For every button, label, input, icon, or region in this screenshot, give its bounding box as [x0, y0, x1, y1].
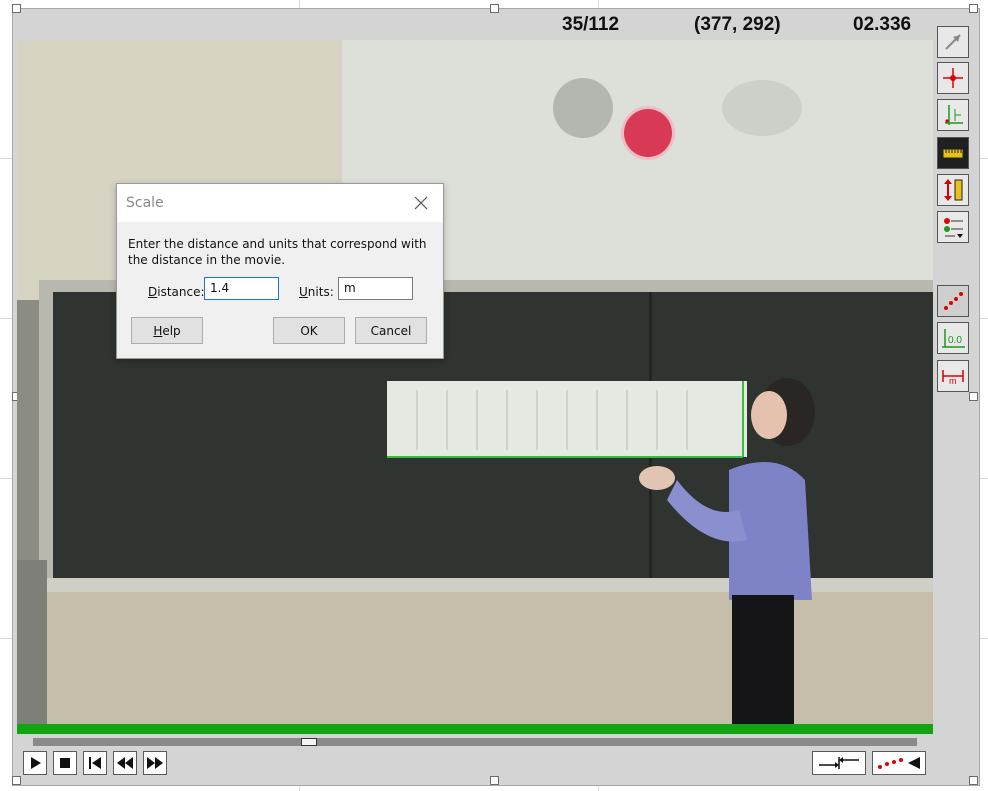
measure-distance-icon: m — [942, 370, 964, 386]
help-button-mnemonic: H — [153, 323, 163, 338]
step-to-start-button[interactable] — [83, 751, 107, 775]
resize-handle-top-left[interactable] — [12, 4, 21, 13]
coordinate-display-button[interactable]: 0.0 — [937, 322, 969, 354]
frame-slider-thumb[interactable] — [301, 738, 317, 746]
step-forward-icon — [147, 757, 163, 769]
dialog-title: Scale — [126, 195, 164, 211]
step-to-start-icon — [89, 757, 101, 769]
scale-dialog: Scale Enter the distance and units that … — [116, 183, 444, 359]
scale-vertical-ruler-icon — [944, 179, 963, 201]
ruler-tool-button[interactable] — [937, 137, 969, 169]
point-series-menu-button[interactable] — [937, 211, 969, 243]
help-button[interactable]: Help — [131, 317, 203, 344]
units-label-mnemonic: U — [299, 285, 308, 299]
zoom-fit-icon — [819, 757, 859, 769]
units-label: Units: — [299, 285, 334, 299]
movie-view[interactable] — [17, 40, 933, 725]
coordinate-display-icon: 0.0 — [942, 329, 965, 348]
show-trail-button[interactable] — [937, 285, 969, 317]
frame-counter: 35/112 — [562, 14, 620, 35]
scale-tool-button[interactable] — [937, 174, 969, 206]
units-input[interactable]: m — [338, 277, 413, 300]
dialog-message: Enter the distance and units that corres… — [128, 237, 427, 267]
frame-slider-track[interactable] — [33, 738, 917, 746]
set-origin-axes-icon — [945, 105, 963, 125]
resize-handle-bottom-left[interactable] — [12, 776, 21, 785]
units-label-text: nits: — [307, 285, 334, 299]
set-origin-tool-button[interactable] — [937, 99, 969, 131]
step-back-icon — [117, 757, 133, 769]
resize-handle-top[interactable] — [490, 4, 499, 13]
pointer-tool-button[interactable] — [937, 26, 969, 58]
dialog-title-bar[interactable]: Scale — [117, 184, 443, 222]
distance-label-text: istance: — [157, 285, 205, 299]
dialog-close-button[interactable] — [407, 192, 435, 214]
readout-bar: 35/112 (377, 292) 02.336 — [0, 14, 930, 40]
trail-toggle-icon — [878, 757, 920, 769]
distance-input[interactable]: 1.4 — [204, 277, 279, 300]
trail-toggle-button[interactable] — [872, 751, 926, 775]
stop-button[interactable] — [53, 751, 77, 775]
crosshair-point-icon — [943, 68, 963, 88]
resize-handle-bottom-right[interactable] — [969, 776, 978, 785]
time-readout: 02.336 — [853, 14, 912, 35]
resize-handle-top-right[interactable] — [969, 4, 978, 13]
play-button[interactable] — [23, 751, 47, 775]
step-forward-button[interactable] — [143, 751, 167, 775]
close-icon — [414, 196, 428, 210]
ruler-icon — [942, 148, 964, 159]
pointer-arrow-icon — [945, 34, 961, 50]
playback-progress-bar — [17, 724, 933, 734]
movie-frame-image — [17, 40, 933, 725]
play-icon — [31, 757, 41, 769]
step-back-button[interactable] — [113, 751, 137, 775]
cursor-coordinates: (377, 292) — [694, 14, 781, 35]
resize-handle-right[interactable] — [969, 392, 978, 401]
point-series-menu-icon — [944, 218, 963, 238]
cancel-button[interactable]: Cancel — [355, 317, 427, 344]
add-point-tool-button[interactable] — [937, 62, 969, 94]
distance-label-mnemonic: D — [148, 285, 158, 299]
stop-icon — [60, 758, 70, 768]
distance-label: Distance: — [148, 285, 205, 299]
svg-text:m: m — [949, 376, 957, 386]
svg-text:0.0: 0.0 — [948, 335, 962, 346]
help-button-label: elp — [162, 323, 181, 338]
ok-button[interactable]: OK — [273, 317, 345, 344]
measure-distance-button[interactable]: m — [937, 360, 969, 392]
zoom-fit-button[interactable] — [812, 751, 866, 775]
resize-handle-bottom[interactable] — [490, 776, 499, 785]
show-trail-icon — [944, 292, 963, 310]
